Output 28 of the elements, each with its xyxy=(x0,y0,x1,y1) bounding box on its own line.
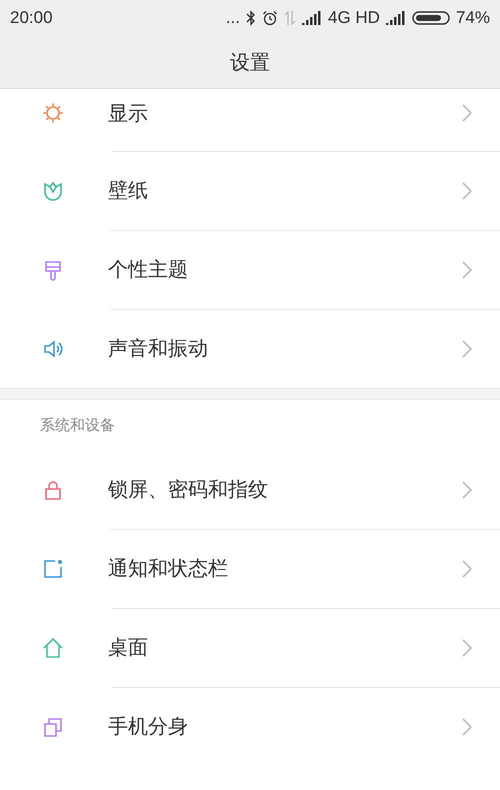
settings-item[interactable]: 手机分身 xyxy=(0,687,500,766)
item-label: 通知和状态栏 xyxy=(108,555,229,582)
more-indicator: ... xyxy=(226,8,240,28)
signal-icon xyxy=(386,11,406,25)
item-label: 锁屏、密码和指纹 xyxy=(108,476,269,503)
item-label: 桌面 xyxy=(108,634,149,661)
settings-item[interactable]: 个性主题 xyxy=(0,230,500,309)
signal-icon xyxy=(302,11,322,25)
settings-item[interactable]: 壁纸 xyxy=(0,151,500,230)
data-arrows-icon xyxy=(284,10,296,26)
item-label: 显示 xyxy=(108,100,149,126)
item-label: 壁纸 xyxy=(108,177,149,204)
item-label: 手机分身 xyxy=(108,713,189,740)
battery-icon xyxy=(412,10,450,26)
battery-percent: 74% xyxy=(456,8,490,28)
settings-item[interactable]: 锁屏、密码和指纹 xyxy=(0,450,500,529)
settings-item[interactable]: 显示 xyxy=(0,89,500,151)
bluetooth-icon xyxy=(246,10,256,26)
item-label: 声音和振动 xyxy=(108,335,209,362)
settings-item[interactable]: 桌面 xyxy=(0,608,500,687)
section-header: 系统和设备 xyxy=(40,416,115,434)
time: 20:00 xyxy=(10,8,53,28)
settings-item[interactable]: 声音和振动 xyxy=(0,309,500,388)
alarm-icon xyxy=(262,10,278,26)
item-label: 个性主题 xyxy=(108,256,189,283)
network-type: 4G HD xyxy=(328,8,380,28)
page-title: 设置 xyxy=(230,48,270,76)
settings-item[interactable]: 通知和状态栏 xyxy=(0,529,500,608)
